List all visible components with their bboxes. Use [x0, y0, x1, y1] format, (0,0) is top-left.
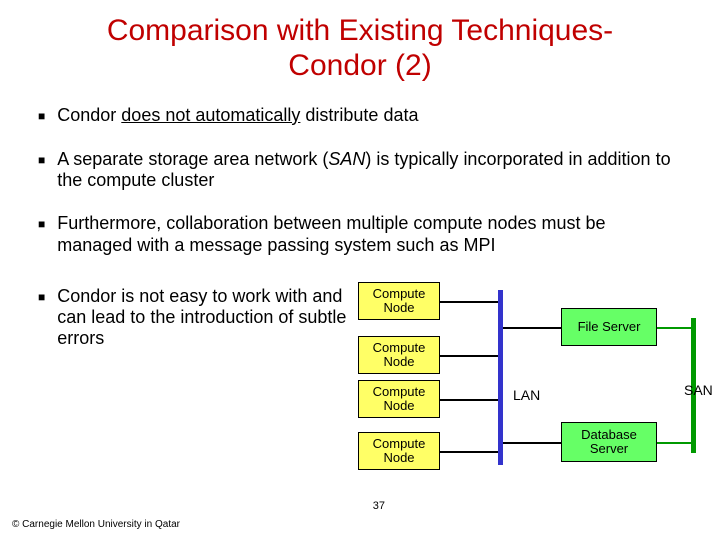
lan-bus — [498, 290, 503, 465]
architecture-diagram: ComputeNode ComputeNode ComputeNode Comp… — [358, 282, 718, 492]
bullet-text: Furthermore, collaboration between multi… — [57, 213, 677, 255]
connector-line — [440, 399, 498, 401]
connector-line — [440, 451, 498, 453]
san-connector — [657, 327, 693, 329]
san-label: SAN — [684, 382, 713, 398]
bullet-text: Condor is not easy to work with and can … — [57, 286, 357, 350]
slide-title: Comparison with Existing Techniques-Cond… — [0, 0, 720, 83]
bullet-marker: ■ — [38, 105, 45, 127]
compute-node-box: ComputeNode — [358, 282, 440, 320]
bullet-marker: ■ — [38, 149, 45, 191]
connector-line — [440, 355, 498, 357]
bullet-item: ■ Furthermore, collaboration between mul… — [38, 213, 682, 255]
database-server-box: DatabaseServer — [561, 422, 657, 462]
copyright-text: © Carnegie Mellon University in Qatar — [12, 519, 180, 530]
compute-node-box: ComputeNode — [358, 336, 440, 374]
bullet-text: A separate storage area network (SAN) is… — [57, 149, 677, 191]
connector-line — [503, 442, 561, 444]
compute-node-box: ComputeNode — [358, 432, 440, 470]
title-line: Comparison with Existing Techniques-Cond… — [107, 14, 613, 82]
bullet-text: Condor does not automatically distribute… — [57, 105, 418, 127]
lan-label: LAN — [513, 387, 540, 403]
file-server-box: File Server — [561, 308, 657, 346]
connector-line — [503, 327, 561, 329]
san-connector — [657, 442, 693, 444]
bullet-marker: ■ — [38, 286, 45, 350]
bullet-item: ■ Condor does not automatically distribu… — [38, 105, 682, 127]
bullet-item: ■ A separate storage area network (SAN) … — [38, 149, 682, 191]
connector-line — [440, 301, 498, 303]
compute-node-box: ComputeNode — [358, 380, 440, 418]
bullet-marker: ■ — [38, 213, 45, 255]
page-number: 37 — [373, 500, 385, 512]
